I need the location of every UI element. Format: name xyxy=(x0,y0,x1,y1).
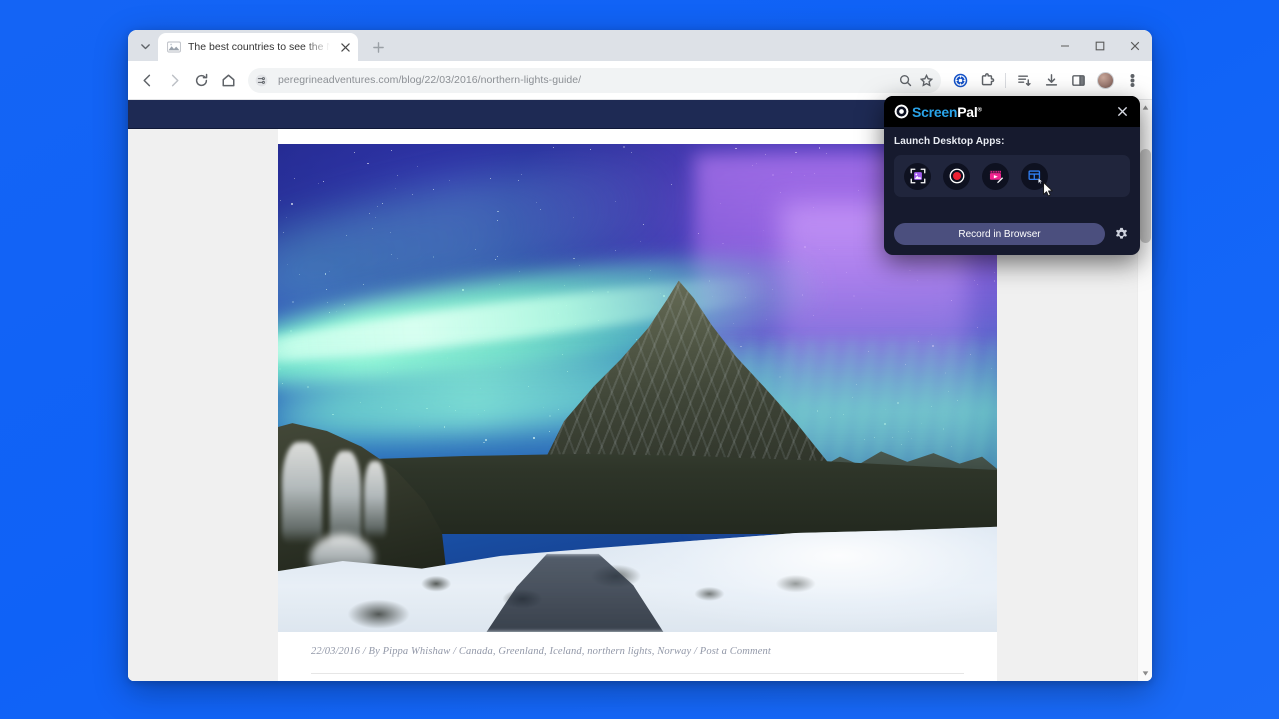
extensions-puzzle-icon[interactable] xyxy=(974,67,1000,93)
address-bar[interactable]: peregrineadventures.com/blog/22/03/2016/… xyxy=(248,67,941,93)
record-in-browser-button[interactable]: Record in Browser xyxy=(894,223,1105,245)
window-minimize-button[interactable] xyxy=(1047,30,1082,61)
screenpal-popup-body: Launch Desktop Apps: xyxy=(884,127,1140,214)
back-button[interactable] xyxy=(134,67,160,93)
screen-recorder-icon[interactable] xyxy=(943,162,970,190)
scroll-down-arrow-icon[interactable] xyxy=(1138,666,1153,681)
post-meta-caption: 22/03/2016 / By Pippa Whishaw / Canada, … xyxy=(311,646,771,657)
brand-pal: Pal xyxy=(957,103,978,120)
tab-favicon-icon xyxy=(167,40,181,54)
screenpal-close-icon[interactable] xyxy=(1113,102,1132,121)
waterfall-stream-1 xyxy=(281,441,322,545)
screenpal-popup-header: ScreenPal® xyxy=(884,96,1140,127)
screenpal-logo-icon xyxy=(894,104,909,119)
tab-title: The best countries to see the N xyxy=(188,41,330,53)
toolbar-divider xyxy=(1005,72,1006,88)
tab-close-icon[interactable] xyxy=(337,39,354,56)
window-maximize-button[interactable] xyxy=(1082,30,1117,61)
side-panel-icon[interactable] xyxy=(1065,67,1091,93)
screenpal-popup-footer: Record in Browser xyxy=(884,214,1140,255)
video-hosting-icon[interactable] xyxy=(1021,162,1048,190)
browser-toolbar: peregrineadventures.com/blog/22/03/2016/… xyxy=(128,61,1152,100)
screenpal-brand: ScreenPal® xyxy=(894,104,982,119)
brand-screen: Screen xyxy=(912,103,958,120)
waterfall-stream-3 xyxy=(364,461,386,540)
profile-avatar[interactable] xyxy=(1092,67,1118,93)
reload-button[interactable] xyxy=(188,67,214,93)
scrollbar-thumb[interactable] xyxy=(1139,149,1151,243)
window-close-button[interactable] xyxy=(1117,30,1152,61)
screenshot-capture-icon[interactable] xyxy=(904,162,931,190)
tab-strip: The best countries to see the N xyxy=(128,30,1152,61)
home-button[interactable] xyxy=(215,67,241,93)
desktop-apps-panel xyxy=(894,155,1130,197)
launch-desktop-apps-label: Launch Desktop Apps: xyxy=(894,136,1005,147)
video-editor-icon[interactable] xyxy=(982,162,1009,190)
content-divider xyxy=(311,673,964,674)
screenpal-extension-icon[interactable] xyxy=(947,67,973,93)
reading-list-icon[interactable] xyxy=(1011,67,1037,93)
site-info-icon[interactable] xyxy=(251,70,272,91)
browser-tab[interactable]: The best countries to see the N xyxy=(158,33,358,61)
url-text: peregrineadventures.com/blog/22/03/2016/… xyxy=(278,74,582,86)
settings-gear-icon[interactable] xyxy=(1113,226,1130,243)
tab-search-chevron-icon[interactable] xyxy=(132,33,158,59)
window-controls xyxy=(1047,30,1152,61)
zoom-icon[interactable] xyxy=(895,70,916,91)
new-tab-button[interactable] xyxy=(365,34,391,60)
screenpal-extension-popup: ScreenPal® Launch Desktop Apps: Record i… xyxy=(884,96,1140,255)
forward-button[interactable] xyxy=(161,67,187,93)
brand-trademark: ® xyxy=(977,106,982,113)
bookmark-star-icon[interactable] xyxy=(916,70,937,91)
chrome-menu-icon[interactable] xyxy=(1119,67,1145,93)
avatar xyxy=(1096,71,1114,89)
screenpal-wordmark: ScreenPal® xyxy=(912,105,982,119)
downloads-icon[interactable] xyxy=(1038,67,1064,93)
